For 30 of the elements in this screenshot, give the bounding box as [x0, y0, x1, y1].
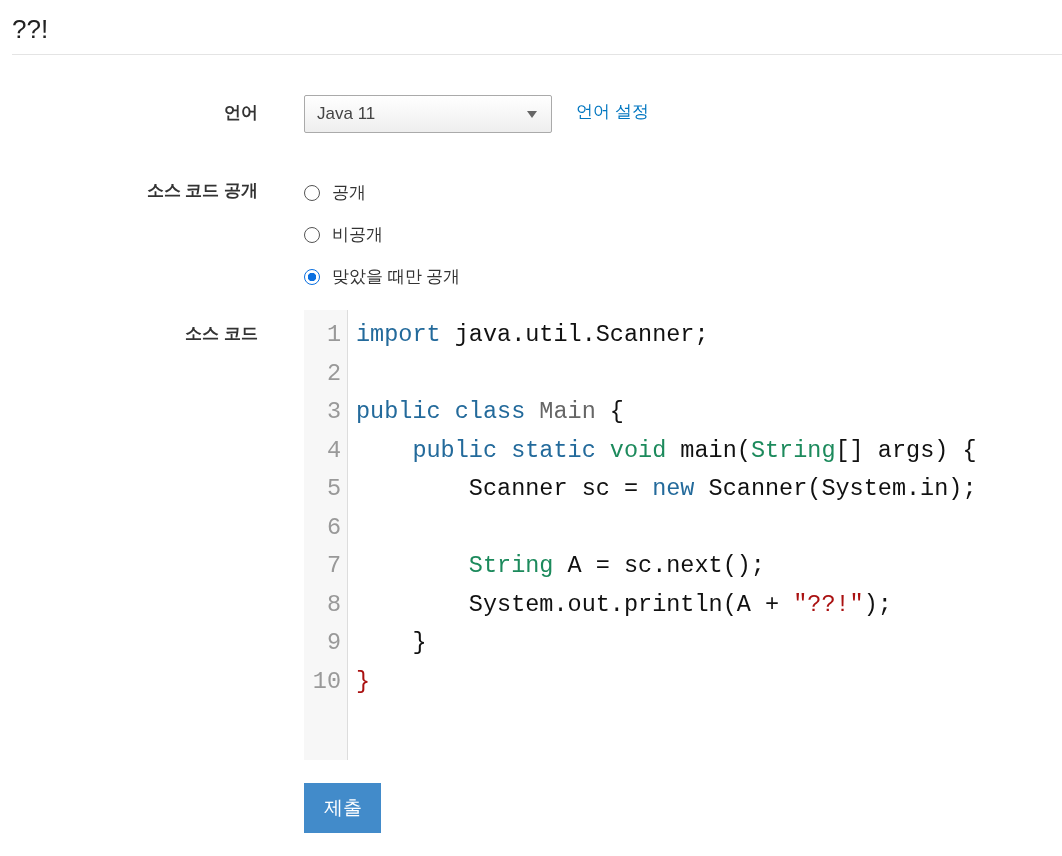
line-number: 8 — [326, 590, 341, 618]
field-label: 소스 코드 — [185, 324, 258, 343]
line-number: 6 — [326, 513, 341, 541]
line-number: 10 — [312, 667, 341, 695]
code-line: public class Main { — [356, 398, 624, 425]
line-number: 4 — [326, 436, 341, 464]
code-line: public static void main(String[] args) { — [411, 436, 977, 464]
line-number: 7 — [326, 552, 341, 579]
code-line: import java.util.Scanner; — [356, 321, 709, 348]
code-line: } — [411, 629, 427, 656]
radio-label[interactable]: 공개 — [332, 181, 366, 204]
line-number: 2 — [326, 359, 341, 387]
code-line: System.out.println(A + "??!"); — [467, 590, 892, 618]
page-title: ??! — [11, 13, 50, 46]
submit-button[interactable]: 제출 — [304, 783, 381, 833]
radio-label[interactable]: 비공개 — [332, 223, 383, 246]
code-line: Scanner sc = new Scanner(System.in); — [467, 475, 977, 502]
field-label: 언어 — [224, 103, 258, 122]
caret-icon — [527, 110, 537, 118]
language-settings-link[interactable]: 언어 설정 — [576, 99, 649, 123]
radio-label[interactable]: 맞았을 때만 공개 — [332, 265, 461, 288]
line-number: 5 — [326, 475, 341, 502]
field-label: 소스 코드 공개 — [146, 181, 258, 200]
language-select[interactable]: Java 11 — [304, 95, 552, 133]
radio-button[interactable] — [304, 268, 320, 285]
code-line: } — [356, 667, 371, 695]
line-number: 3 — [326, 398, 341, 425]
line-number: 9 — [326, 629, 341, 656]
code-line: String A = sc.next(); — [467, 552, 765, 579]
line-number: 1 — [326, 321, 341, 348]
